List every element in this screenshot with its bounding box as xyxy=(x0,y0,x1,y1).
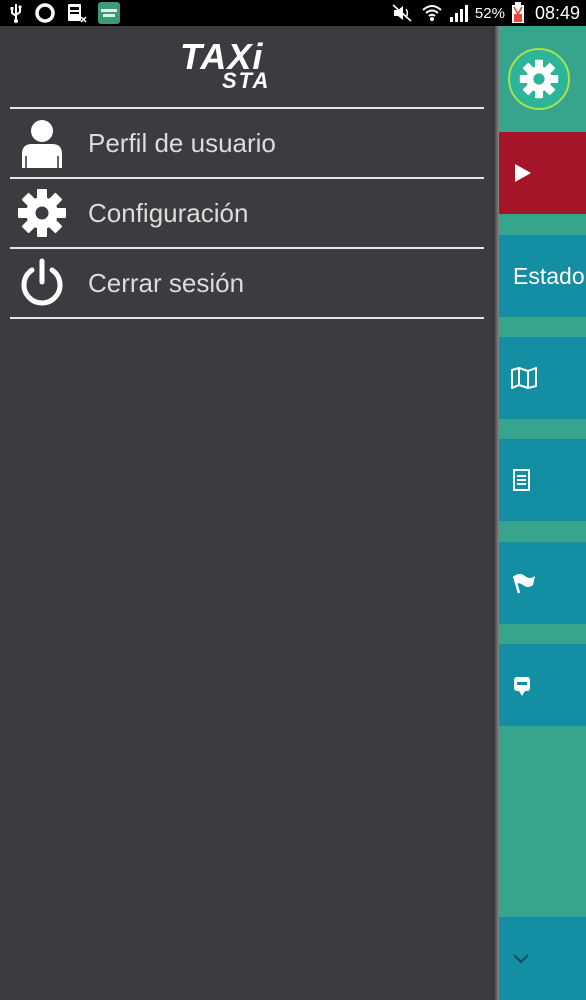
circle-icon xyxy=(34,2,56,24)
drawer-menu: Perfil de usuario Configuración Cerrar s… xyxy=(10,107,484,319)
taxista-logo: TAXi STA xyxy=(180,36,320,93)
expand-button[interactable] xyxy=(499,917,586,1000)
divider xyxy=(10,317,484,319)
gear-icon xyxy=(16,187,68,239)
flag-button[interactable] xyxy=(499,542,586,624)
signal-icon xyxy=(449,3,469,23)
play-button[interactable] xyxy=(499,132,586,214)
user-icon xyxy=(16,117,68,169)
flag-icon xyxy=(512,574,535,594)
status-bar-left xyxy=(8,2,120,24)
document-button[interactable] xyxy=(499,439,586,521)
battery-percent: 52% xyxy=(474,4,505,22)
map-icon xyxy=(511,367,537,389)
taxi-button[interactable] xyxy=(499,644,586,726)
menu-item-logout[interactable]: Cerrar sesión xyxy=(10,249,484,317)
play-icon xyxy=(515,164,531,182)
main-content-rail: Estado xyxy=(499,26,586,1000)
status-bar-right: 52% 08:49 xyxy=(391,0,580,26)
chevron-down-icon xyxy=(513,953,529,964)
rail-header xyxy=(499,26,586,132)
document-icon xyxy=(513,469,530,491)
status-bar: 52% 08:49 xyxy=(0,0,586,26)
battery-icon xyxy=(511,2,525,24)
wifi-icon xyxy=(421,3,443,23)
sim-notification-icon xyxy=(66,2,88,24)
navigation-drawer: TAXi STA Perfil de usuario Configuración… xyxy=(0,26,496,1000)
estado-button[interactable]: Estado xyxy=(499,235,586,317)
settings-gear-icon xyxy=(519,59,559,99)
mute-icon xyxy=(391,3,415,23)
logo-text-bottom: STA xyxy=(222,68,271,93)
menu-item-settings[interactable]: Configuración xyxy=(10,179,484,247)
usb-icon xyxy=(8,3,24,23)
taxi-icon xyxy=(514,677,530,696)
power-icon xyxy=(16,257,68,309)
menu-item-label: Cerrar sesión xyxy=(88,267,245,298)
menu-item-label: Configuración xyxy=(88,197,249,228)
settings-button[interactable] xyxy=(508,48,570,110)
taxista-app-icon xyxy=(98,2,120,24)
map-button[interactable] xyxy=(499,337,586,419)
menu-item-label: Perfil de usuario xyxy=(88,127,276,158)
estado-label: Estado xyxy=(513,262,585,289)
clock: 08:49 xyxy=(534,2,580,23)
menu-item-profile[interactable]: Perfil de usuario xyxy=(10,109,484,177)
